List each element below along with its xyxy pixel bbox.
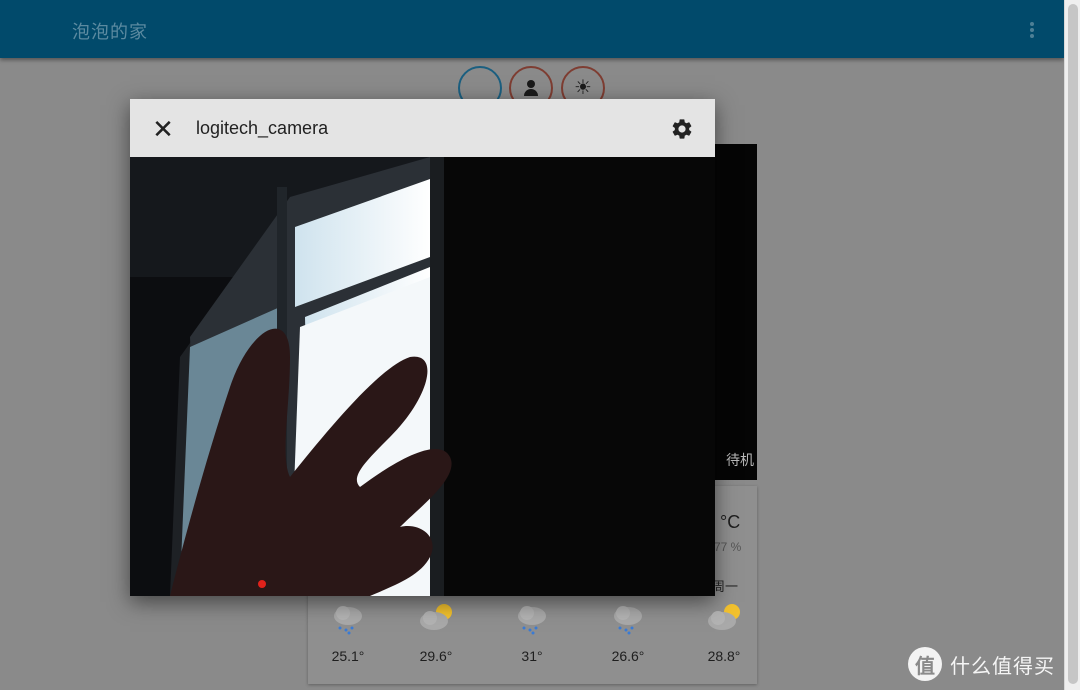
partly-sunny-cloud-icon: [708, 604, 740, 630]
forecast-temp: 25.1°: [331, 648, 365, 664]
sun-icon: ☀: [574, 77, 592, 99]
status-label: 待机: [726, 452, 754, 468]
rain-cloud-icon: [518, 606, 546, 635]
rain-cloud-icon: [614, 606, 642, 635]
person-icon: [523, 80, 539, 96]
watermark: 值 什么值得买: [908, 644, 1055, 684]
more-vert-icon[interactable]: [1024, 18, 1040, 42]
temperature-unit: °C: [720, 512, 741, 532]
forecast-day: 周一: [712, 579, 739, 594]
forecast-item: 31°: [502, 596, 562, 676]
scrollbar-thumb[interactable]: [1068, 4, 1078, 684]
camera-dialog: ✕ logitech_camera: [130, 99, 715, 596]
media-player-card[interactable]: [714, 144, 757, 480]
humidity-value: 77 %: [714, 540, 742, 554]
forecast-item: 25.1°: [318, 596, 378, 676]
app-bar: 泡泡的家: [0, 0, 1064, 58]
forecast-temp: 29.6°: [419, 648, 453, 664]
forecast-item: 29.6°: [406, 596, 466, 676]
camera-image: [130, 157, 715, 596]
forecast-item: 28.8°: [694, 596, 754, 676]
partly-sunny-cloud-icon: [420, 604, 452, 630]
gear-icon[interactable]: [670, 117, 694, 141]
forecast-row: 25.1° 29.6° 31° 26.6° 28.8°: [308, 596, 757, 676]
forecast-temp: 28.8°: [707, 648, 741, 664]
close-icon[interactable]: ✕: [150, 116, 176, 142]
dialog-header: ✕ logitech_camera: [130, 99, 715, 157]
forecast-item: 26.6°: [598, 596, 658, 676]
camera-feed: [130, 157, 715, 596]
scrollbar[interactable]: [1064, 0, 1080, 690]
dialog-title: logitech_camera: [196, 118, 329, 138]
forecast-temp: 31°: [521, 648, 543, 664]
forecast-temp: 26.6°: [611, 648, 645, 664]
watermark-logo: 值: [908, 647, 942, 681]
rain-cloud-icon: [334, 606, 362, 635]
watermark-text: 什么值得买: [950, 655, 1055, 678]
app-title: 泡泡的家: [72, 22, 148, 42]
